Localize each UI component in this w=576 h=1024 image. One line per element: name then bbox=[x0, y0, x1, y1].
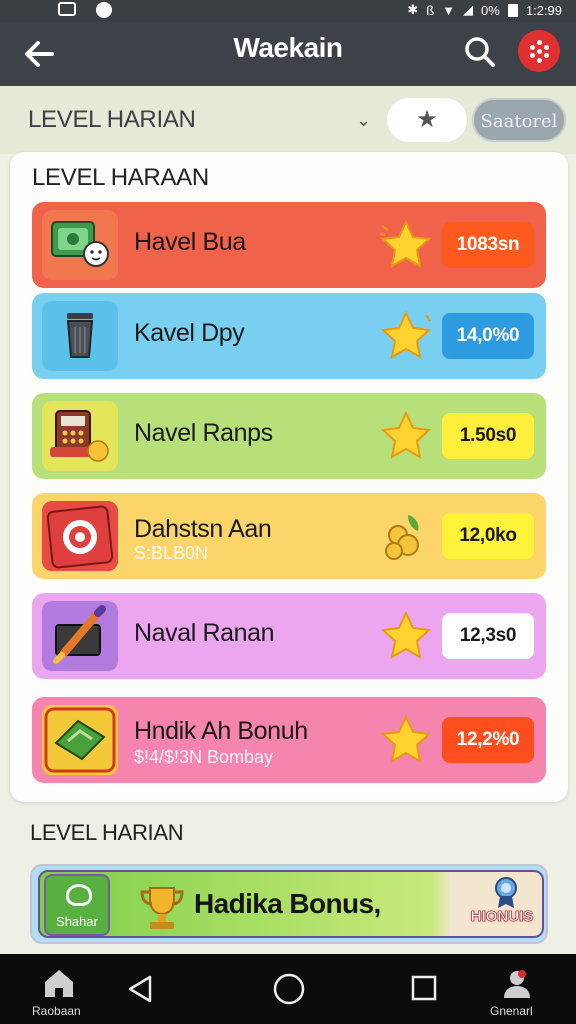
level-value: 12,0ko bbox=[442, 513, 534, 559]
section-title: LEVEL HARIAN bbox=[30, 820, 184, 845]
dot-icon bbox=[530, 53, 535, 58]
vibrate-icon: ß bbox=[426, 2, 435, 18]
level-row[interactable]: Naval Ranan 12,3s0 bbox=[32, 593, 546, 679]
nav-profile[interactable]: Gnenarl bbox=[486, 954, 552, 1024]
paint-brush-icon bbox=[42, 601, 118, 671]
cash-icon bbox=[42, 705, 118, 775]
profile-icon bbox=[504, 970, 530, 998]
level-value: 1083sn bbox=[442, 222, 534, 268]
shahar-button[interactable]: Shahar bbox=[44, 874, 110, 936]
navigation-bar: Raobaan Gnenarl bbox=[0, 954, 576, 1024]
level-header: LEVEL HARIAN ⌄ ★ Saatorel bbox=[0, 86, 576, 154]
level-row[interactable]: Navel Ranps 1.50s0 bbox=[32, 393, 546, 479]
battery-text: 0% bbox=[481, 2, 500, 18]
dot-icon bbox=[537, 49, 542, 54]
nav-home[interactable]: Raobaan bbox=[26, 954, 92, 1024]
nav-recents[interactable] bbox=[404, 954, 444, 1024]
level-name: Hndik Ah Bonuh bbox=[134, 717, 308, 745]
level-name: Navel Ranps bbox=[134, 419, 273, 447]
level-name: Naval Ranan bbox=[134, 619, 275, 647]
star-icon bbox=[378, 609, 434, 663]
card-title: LEVEL HARAAN bbox=[32, 164, 209, 191]
level-row[interactable]: Dahstsn Aan S:BLB0N 12,0ko bbox=[32, 493, 546, 579]
star-icon bbox=[378, 218, 434, 272]
nav-home-circle[interactable] bbox=[268, 954, 308, 1024]
level-value: 1.50s0 bbox=[442, 413, 534, 459]
trash-can-icon bbox=[42, 301, 118, 371]
level-name: Havel Bua bbox=[134, 228, 246, 256]
favorite-button[interactable]: ★ bbox=[387, 98, 467, 142]
level-row[interactable]: Havel Bua 1083sn bbox=[32, 202, 546, 288]
arrow-left-icon bbox=[25, 41, 54, 67]
target-icon bbox=[42, 501, 118, 571]
home-icon bbox=[45, 970, 73, 997]
level-name: Kavel Dpy bbox=[134, 319, 245, 347]
level-value: 12,3s0 bbox=[442, 613, 534, 659]
nav-back[interactable] bbox=[120, 954, 160, 1024]
dot-icon bbox=[544, 53, 549, 58]
level-value: 14,0%0 bbox=[442, 313, 534, 359]
dot-icon bbox=[530, 45, 535, 50]
level-row[interactable]: Kavel Dpy 14,0%0 bbox=[32, 293, 546, 379]
wifi-icon: ▼ bbox=[442, 2, 456, 18]
saved-button[interactable]: Saatorel bbox=[472, 98, 566, 142]
star-icon bbox=[378, 409, 434, 463]
trophy-icon bbox=[136, 884, 188, 932]
level-dropdown-label[interactable]: LEVEL HARIAN bbox=[28, 106, 196, 134]
status-time: 1:2:99 bbox=[525, 2, 562, 18]
bonus-banner[interactable]: Shahar Hadika Bonus, HIONUIS bbox=[30, 864, 548, 944]
star-icon bbox=[378, 309, 434, 363]
chevron-down-icon[interactable]: ⌄ bbox=[356, 110, 371, 131]
dot-icon bbox=[537, 40, 542, 45]
nav-home-label: Raobaan bbox=[32, 1004, 81, 1018]
level-subtitle: $!4/$!3N Bombay bbox=[134, 747, 274, 767]
status-bar: ✱ ß ▼ ◢ 0% 1:2:99 bbox=[0, 0, 576, 22]
coins-icon bbox=[378, 509, 434, 563]
shahar-label: Shahar bbox=[56, 914, 98, 929]
search-button[interactable] bbox=[460, 32, 500, 72]
nav-profile-label: Gnenarl bbox=[490, 1004, 533, 1018]
bonus-title: Hadika Bonus, bbox=[194, 888, 381, 919]
level-name: Dahstsn Aan bbox=[134, 515, 272, 543]
battery-icon bbox=[507, 3, 518, 17]
triangle-back-icon bbox=[128, 975, 152, 1003]
back-button[interactable] bbox=[18, 32, 62, 76]
notification-icon bbox=[58, 2, 76, 16]
notification-dot-icon bbox=[96, 2, 112, 18]
dot-icon bbox=[544, 45, 549, 50]
circle-home-icon bbox=[273, 973, 305, 1005]
bonus-tag: HIONUIS bbox=[470, 908, 534, 926]
level-card: LEVEL HARAAN Havel Bua 1083sn Kavel Dpy … bbox=[10, 152, 568, 802]
chat-icon bbox=[66, 884, 92, 906]
level-row[interactable]: Hndik Ah Bonuh $!4/$!3N Bombay 12,2%0 bbox=[32, 697, 546, 783]
bluetooth-icon: ✱ bbox=[407, 2, 419, 17]
star-icon bbox=[378, 713, 434, 767]
search-icon bbox=[465, 37, 495, 67]
signal-icon: ◢ bbox=[463, 2, 474, 17]
app-bar: Waekain bbox=[0, 22, 576, 86]
dots-menu-button[interactable] bbox=[518, 30, 560, 72]
star-icon: ★ bbox=[416, 106, 438, 133]
money-icon bbox=[42, 210, 118, 280]
level-value: 12,2%0 bbox=[442, 717, 534, 763]
bonus-banner-inner: Shahar Hadika Bonus, HIONUIS bbox=[38, 870, 544, 938]
dot-icon bbox=[537, 58, 542, 63]
level-subtitle: S:BLB0N bbox=[134, 543, 209, 563]
badge-icon bbox=[490, 876, 522, 910]
square-recents-icon bbox=[411, 975, 437, 1001]
calculator-icon bbox=[42, 401, 118, 471]
